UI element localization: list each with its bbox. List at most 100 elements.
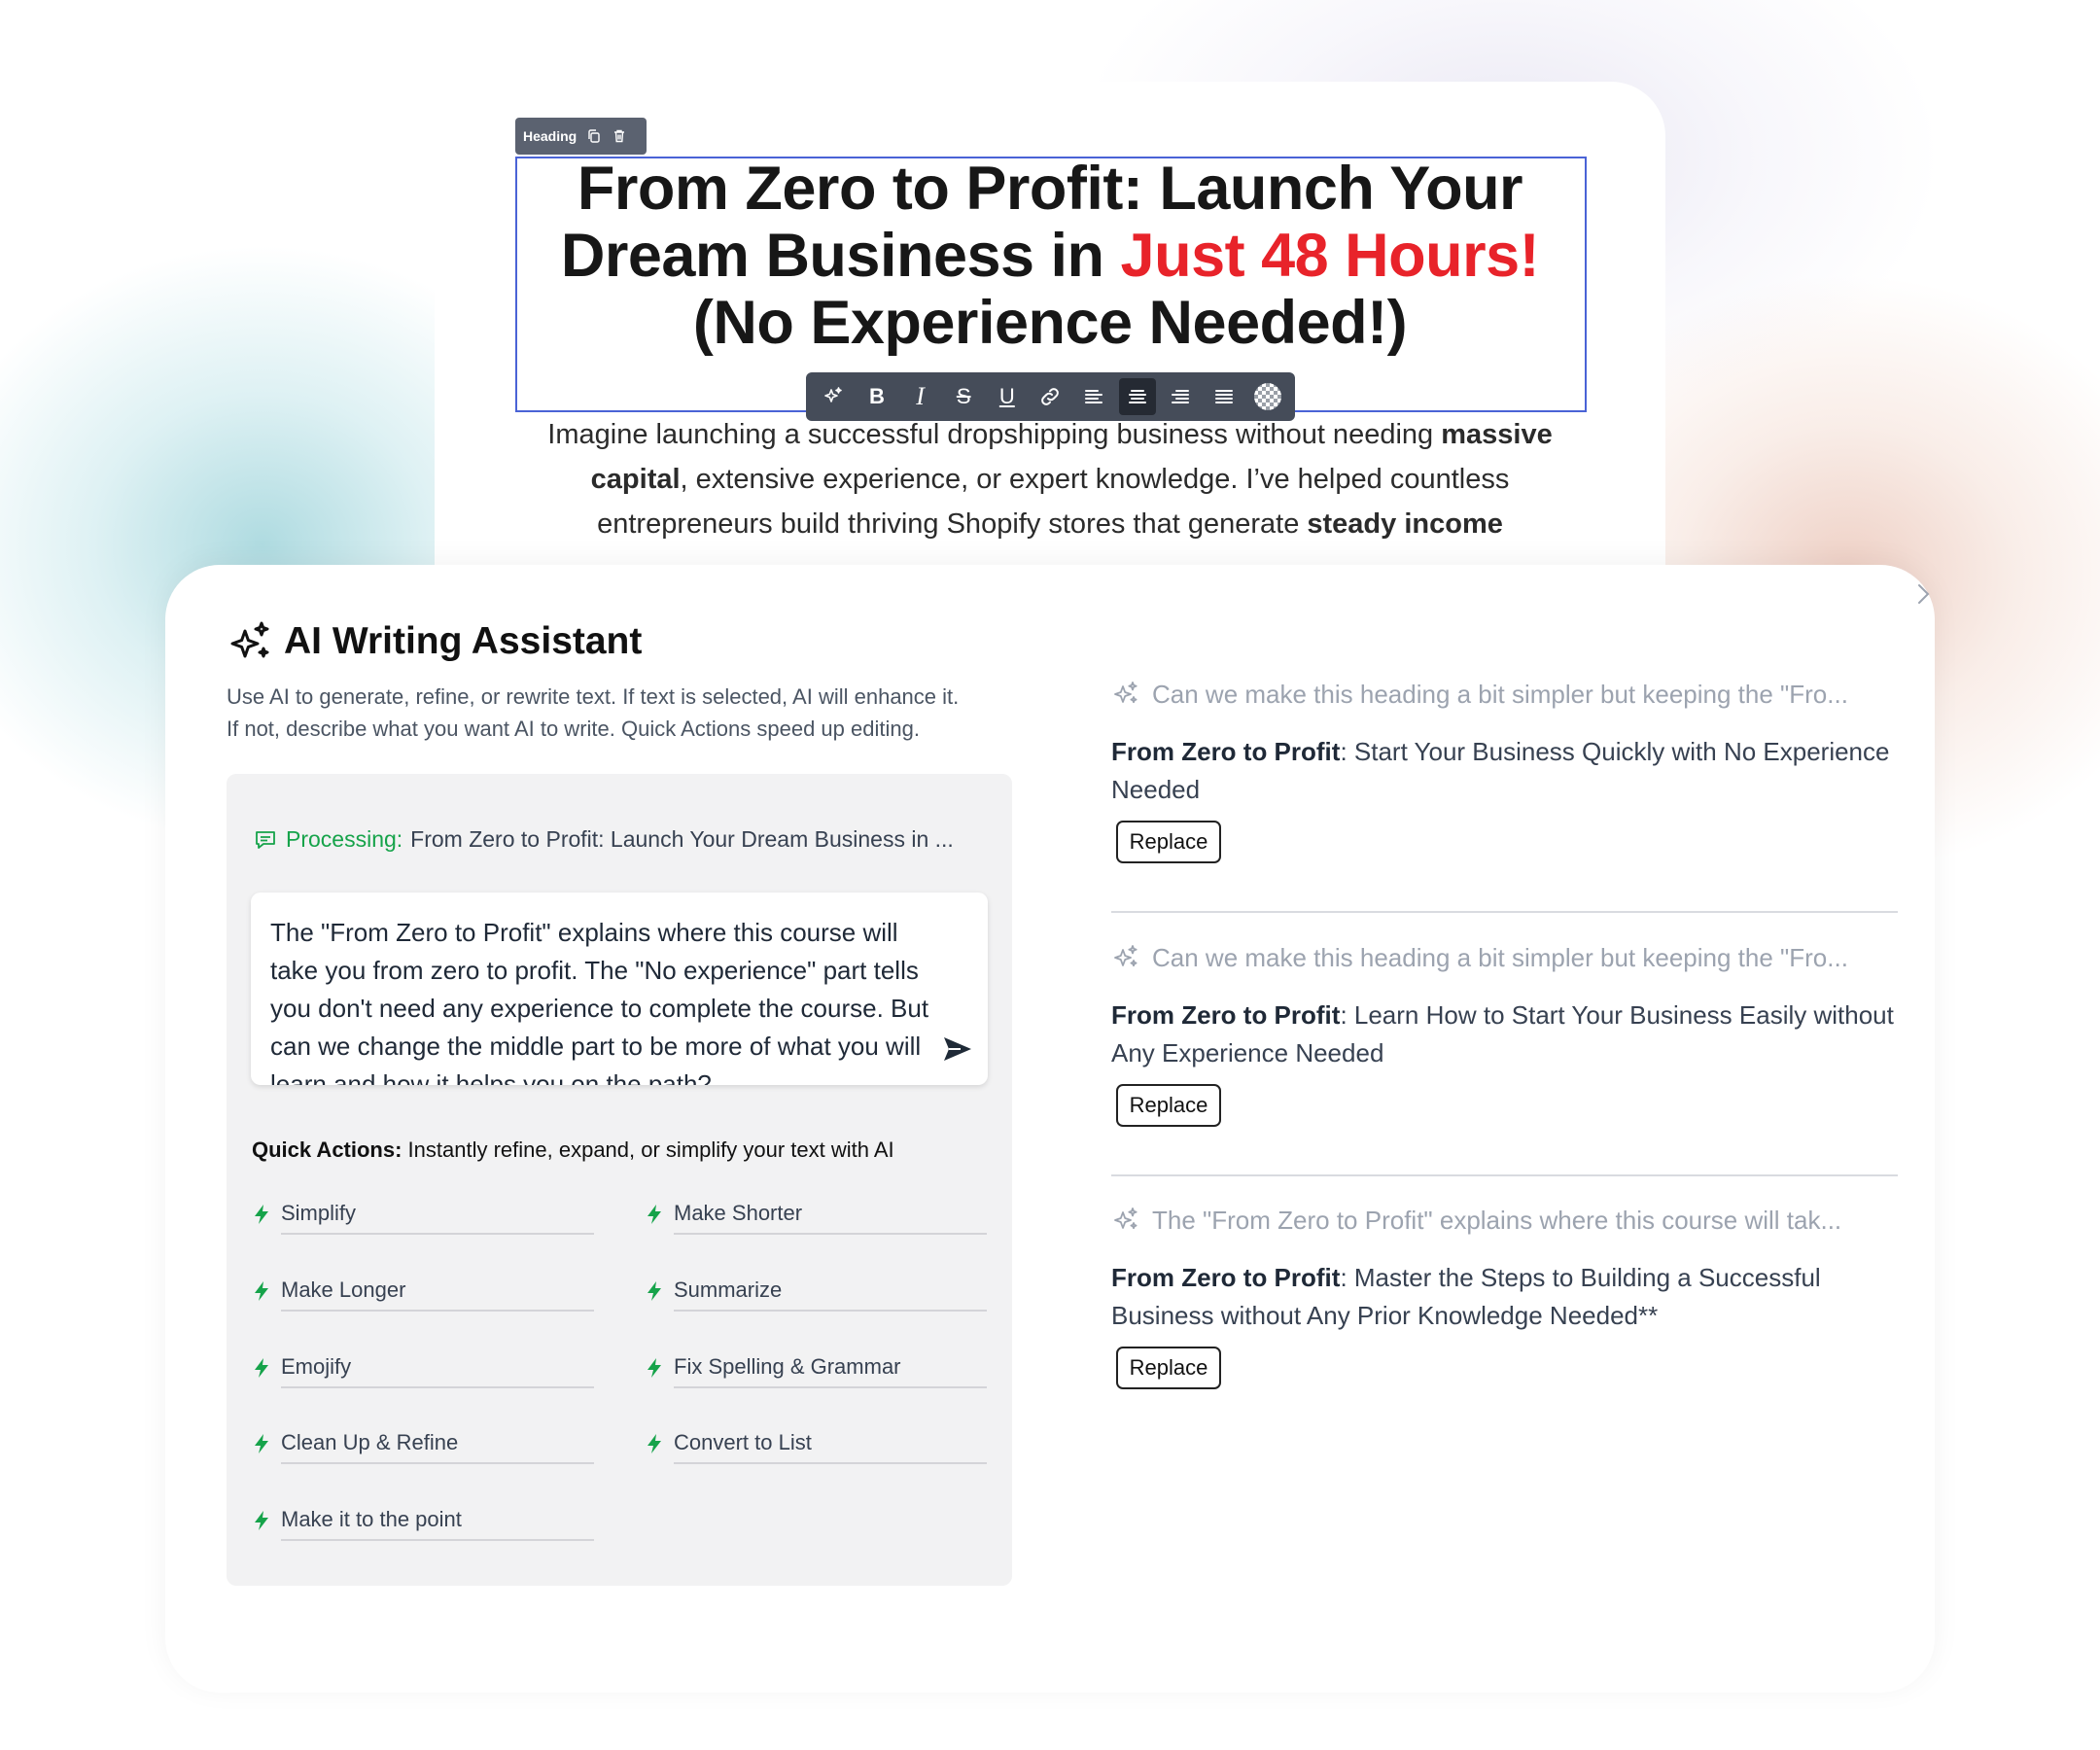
intro-line-3: entrepreneurs build thriving Shopify sto…	[515, 502, 1585, 546]
response-line: From Zero to Profit: Start Your Business…	[1111, 733, 1889, 771]
quick-action-make-shorter[interactable]: Make Shorter	[645, 1194, 987, 1237]
chat-icon	[256, 830, 275, 849]
quick-action-label: Clean Up & Refine	[281, 1423, 594, 1464]
sparkles-icon	[1114, 682, 1138, 704]
divider	[1111, 911, 1898, 913]
bold-button[interactable]: B	[858, 378, 895, 415]
quick-action-label: Summarize	[674, 1271, 987, 1312]
link-icon	[1041, 388, 1060, 405]
response-line: Needed	[1111, 775, 1201, 804]
justify-icon	[1214, 390, 1233, 403]
response-line: From Zero to Profit: Learn How to Start …	[1111, 997, 1894, 1034]
sparkles-icon	[230, 621, 269, 658]
quick-action-clean-up[interactable]: Clean Up & Refine	[252, 1423, 594, 1466]
processing-label: Processing:	[286, 826, 403, 852]
response-prompt: The "From Zero to Profit" explains where…	[1111, 1201, 1841, 1240]
headline-accent: Just 48 Hours!	[1120, 222, 1540, 290]
quick-action-label: Emojify	[281, 1348, 594, 1388]
response-text[interactable]: From Zero to Profit: Learn How to Start …	[1111, 997, 1894, 1072]
prompt-text[interactable]: The "From Zero to Profit" explains where…	[270, 914, 931, 1085]
headline-line-1: From Zero to Profit: Launch Your	[577, 155, 1523, 223]
description-line-2: If not, describe what you want AI to wri…	[227, 717, 920, 741]
justify-button[interactable]	[1206, 378, 1242, 415]
response-line: Business without Any Prior Knowledge Nee…	[1111, 1301, 1659, 1330]
link-button[interactable]	[1032, 378, 1068, 415]
headline-line-2: Dream Business in Just 48 Hours!	[515, 223, 1585, 290]
chevron-right-icon[interactable]	[1915, 581, 1933, 607]
intro-bold: steady income	[1307, 508, 1503, 540]
headline[interactable]: From Zero to Profit: Launch Your Dream B…	[515, 156, 1585, 357]
response-rest: : Start Your Business Quickly with No Ex…	[1340, 737, 1890, 766]
trash-icon[interactable]	[612, 128, 627, 144]
prompt-input[interactable]: The "From Zero to Profit" explains where…	[251, 892, 988, 1085]
headline-line-2-text: Dream Business in	[560, 222, 1121, 290]
strikethrough-button[interactable]: S	[945, 378, 982, 415]
panel-title: AI Writing Assistant	[284, 620, 643, 662]
element-tag[interactable]: Heading	[515, 118, 647, 155]
intro-bold: massive	[1441, 419, 1553, 450]
align-right-button[interactable]	[1162, 378, 1199, 415]
quick-actions-subtitle: Instantly refine, expand, or simplify yo…	[402, 1138, 894, 1162]
description-line-1: Use AI to generate, refine, or rewrite t…	[227, 684, 960, 709]
quick-action-to-the-point[interactable]: Make it to the point	[252, 1500, 594, 1543]
response-text[interactable]: From Zero to Profit: Start Your Business…	[1111, 733, 1889, 809]
quick-action-simplify[interactable]: Simplify	[252, 1194, 594, 1237]
quick-action-label: Fix Spelling & Grammar	[674, 1348, 987, 1388]
response-prompt-text: Can we make this heading a bit simpler b…	[1152, 942, 1848, 972]
italic-icon: I	[916, 382, 925, 410]
align-left-button[interactable]	[1075, 378, 1112, 415]
bolt-icon	[648, 1358, 661, 1378]
replace-button[interactable]: Replace	[1116, 1084, 1221, 1127]
response-rest: : Learn How to Start Your Business Easil…	[1340, 1000, 1894, 1030]
quick-action-label: Convert to List	[674, 1423, 987, 1464]
response-line: Any Experience Needed	[1111, 1038, 1384, 1068]
underline-icon: U	[998, 384, 1015, 408]
bolt-icon	[255, 1281, 268, 1301]
text-color-button[interactable]	[1249, 378, 1286, 415]
bolt-icon	[648, 1205, 661, 1224]
response-rest: : Master the Steps to Building a Success…	[1340, 1263, 1821, 1292]
quick-action-summarize[interactable]: Summarize	[645, 1271, 987, 1313]
quick-actions-bold: Quick Actions:	[252, 1138, 402, 1162]
response-bold: From Zero to Profit	[1111, 1000, 1341, 1030]
ai-sparkle-button[interactable]	[815, 378, 852, 415]
divider	[1111, 1174, 1898, 1176]
bolt-icon	[648, 1281, 661, 1301]
replace-button[interactable]: Replace	[1116, 821, 1221, 863]
response-bold: From Zero to Profit	[1111, 1263, 1341, 1292]
processing-text: From Zero to Profit: Launch Your Dream B…	[410, 826, 954, 852]
bold-icon: B	[868, 384, 885, 408]
italic-button[interactable]: I	[902, 378, 939, 415]
intro-bold: capital	[590, 464, 681, 495]
quick-action-label: Make Shorter	[674, 1194, 987, 1235]
response-prompt-text: Can we make this heading a bit simpler b…	[1152, 679, 1848, 709]
headline-line-3: (No Experience Needed!)	[692, 289, 1408, 357]
replace-button[interactable]: Replace	[1116, 1347, 1221, 1389]
align-right-icon	[1172, 390, 1190, 403]
quick-action-label: Make Longer	[281, 1271, 594, 1312]
bolt-icon	[255, 1358, 268, 1378]
bolt-icon	[255, 1511, 268, 1530]
sparkles-icon	[1114, 945, 1138, 967]
align-left-icon	[1085, 390, 1103, 403]
response-prompt-text: The "From Zero to Profit" explains where…	[1152, 1205, 1842, 1235]
color-swatch-icon	[1253, 383, 1281, 410]
response-prompt: Can we make this heading a bit simpler b…	[1111, 675, 1848, 714]
intro-paragraph[interactable]: Imagine launching a successful dropshipp…	[515, 412, 1585, 546]
duplicate-icon[interactable]	[586, 128, 602, 144]
quick-action-convert-to-list[interactable]: Convert to List	[645, 1423, 987, 1466]
quick-action-emojify[interactable]: Emojify	[252, 1348, 594, 1390]
processing-status: Processing: From Zero to Profit: Launch …	[253, 826, 954, 853]
response-line: From Zero to Profit: Master the Steps to…	[1111, 1259, 1889, 1297]
quick-action-fix-spelling[interactable]: Fix Spelling & Grammar	[645, 1348, 987, 1390]
response-prompt: Can we make this heading a bit simpler b…	[1111, 938, 1848, 977]
intro-text: , extensive experience, or expert knowle…	[680, 464, 1510, 495]
align-center-icon	[1128, 390, 1146, 403]
quick-action-make-longer[interactable]: Make Longer	[252, 1271, 594, 1313]
align-center-button[interactable]	[1118, 378, 1156, 415]
response-text[interactable]: From Zero to Profit: Master the Steps to…	[1111, 1259, 1889, 1335]
send-icon[interactable]	[941, 1032, 974, 1066]
response-bold: From Zero to Profit	[1111, 737, 1341, 766]
quick-actions-heading: Quick Actions: Instantly refine, expand,…	[252, 1138, 894, 1163]
underline-button[interactable]: U	[989, 378, 1026, 415]
